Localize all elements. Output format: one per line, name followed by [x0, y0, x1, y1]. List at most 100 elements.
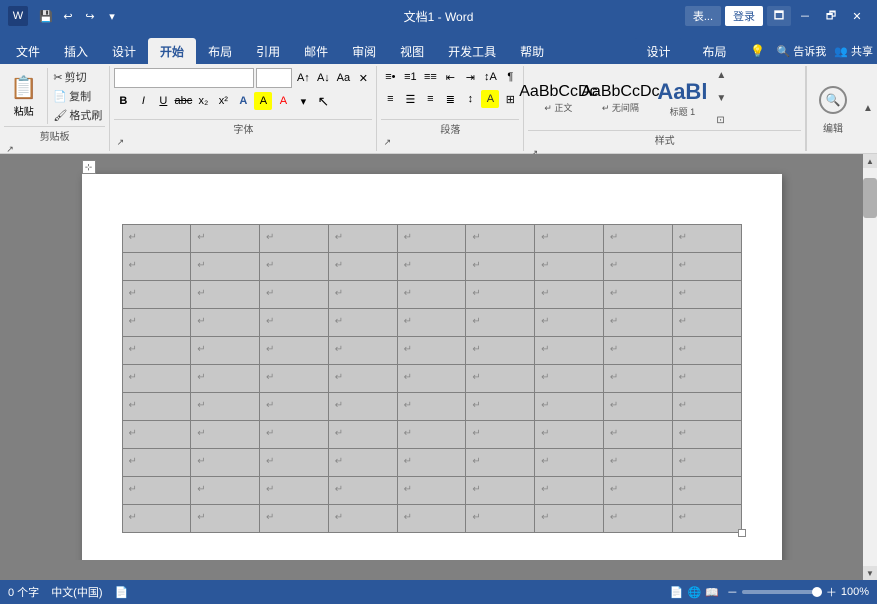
app-icon: W	[8, 6, 28, 26]
show-marks-btn[interactable]: ¶	[501, 68, 519, 86]
view-web-btn[interactable]: 🌐	[687, 586, 701, 599]
tell-me-btn[interactable]: 🔍 告诉我	[776, 43, 826, 59]
shading-btn[interactable]: A	[481, 90, 499, 108]
customize-quick-btn[interactable]: ▾	[102, 6, 122, 26]
change-case-btn[interactable]: Aa	[334, 69, 352, 87]
tab-insert[interactable]: 插入	[52, 38, 100, 64]
font-color-arrow[interactable]: ▾	[294, 92, 312, 110]
tab-references[interactable]: 引用	[244, 38, 292, 64]
tab-table-layout[interactable]: 布局	[690, 38, 738, 64]
bullets-btn[interactable]: ≡•	[381, 68, 399, 86]
font-size-input[interactable]	[256, 68, 292, 88]
team-btn[interactable]: 🗖	[767, 6, 791, 26]
shrink-font-btn[interactable]: A↓	[314, 69, 332, 87]
table-resize-handle[interactable]	[738, 529, 746, 537]
justify-btn[interactable]: ≣	[441, 90, 459, 108]
zoom-thumb[interactable]	[812, 587, 822, 597]
minimize-btn[interactable]: －	[793, 6, 817, 26]
table-row	[603, 365, 672, 393]
superscript-btn[interactable]: x²	[214, 92, 232, 110]
styles-scroll-down[interactable]: ▼	[716, 93, 726, 104]
tab-developer[interactable]: 开发工具	[436, 38, 508, 64]
format-painter-btn[interactable]: 🖌 格式刷	[50, 106, 105, 124]
table-row	[603, 253, 672, 281]
tab-home[interactable]: 开始	[148, 38, 196, 64]
font-name-input[interactable]	[114, 68, 254, 88]
styles-scroll-up[interactable]: ▲	[716, 70, 726, 81]
login-btn[interactable]: 登录	[725, 6, 763, 26]
style-heading1[interactable]: AaBl 标题 1	[652, 68, 712, 128]
underline-btn[interactable]: U	[154, 92, 172, 110]
table-row	[191, 393, 260, 421]
table-row	[260, 505, 329, 533]
share-btn[interactable]: 👥 共享	[834, 43, 873, 59]
tab-view[interactable]: 视图	[388, 38, 436, 64]
tab-help[interactable]: 帮助	[508, 38, 556, 64]
scroll-thumb[interactable]	[863, 178, 877, 218]
table-row	[191, 337, 260, 365]
redo-quick-btn[interactable]: ↪	[80, 6, 100, 26]
clear-format-btn[interactable]: ✕	[354, 69, 372, 87]
view-read-btn[interactable]: 📖	[705, 586, 719, 599]
table-row	[466, 505, 535, 533]
page: ⊹	[82, 174, 782, 560]
style-normal[interactable]: AaBbCcDc ↵ 正文	[528, 68, 588, 128]
copy-btn[interactable]: 📄 复制	[50, 87, 105, 105]
help-icon[interactable]: 💡	[746, 40, 768, 62]
table-row	[535, 309, 604, 337]
table-row	[191, 477, 260, 505]
numbering-btn[interactable]: ≡1	[401, 68, 419, 86]
styles-more[interactable]: ⊡	[716, 115, 726, 126]
tab-layout[interactable]: 布局	[196, 38, 244, 64]
tab-review[interactable]: 审阅	[340, 38, 388, 64]
line-spacing-btn[interactable]: ↕	[461, 90, 479, 108]
strikethrough-btn[interactable]: abc	[174, 92, 192, 110]
align-center-btn[interactable]: ☰	[401, 90, 419, 108]
increase-indent-btn[interactable]: ⇥	[461, 68, 479, 86]
grow-font-btn[interactable]: A↑	[294, 69, 312, 87]
tab-file[interactable]: 文件	[4, 38, 52, 64]
italic-btn[interactable]: I	[134, 92, 152, 110]
text-highlight-btn[interactable]: A	[254, 92, 272, 110]
align-right-btn[interactable]: ≡	[421, 90, 439, 108]
zoom-in-btn[interactable]: ＋	[826, 584, 837, 600]
tab-mailings[interactable]: 邮件	[292, 38, 340, 64]
font-expand[interactable]: ↗	[114, 136, 126, 148]
paragraph-expand[interactable]: ↗	[381, 136, 393, 148]
zoom-out-btn[interactable]: －	[727, 584, 738, 600]
table-row	[672, 505, 741, 533]
scroll-up-btn[interactable]: ▲	[863, 154, 877, 168]
text-effect-btn[interactable]: A	[234, 92, 252, 110]
style-no-space[interactable]: AaBbCcDc ↵ 无间隔	[590, 68, 650, 128]
align-left-btn[interactable]: ≡	[381, 90, 399, 108]
font-color-btn[interactable]: A	[274, 92, 292, 110]
decrease-indent-btn[interactable]: ⇤	[441, 68, 459, 86]
search-btn[interactable]: 🔍	[815, 82, 851, 118]
table-row	[672, 281, 741, 309]
table-row	[328, 225, 397, 253]
table-btn[interactable]: 表...	[685, 6, 721, 26]
paste-btn[interactable]: 📋 粘贴	[4, 68, 43, 124]
format-painter-icon: 🖌	[53, 109, 67, 122]
view-print-btn[interactable]: 📄	[670, 586, 684, 599]
undo-quick-btn[interactable]: ↩	[58, 6, 78, 26]
multilevel-btn[interactable]: ≡≡	[421, 68, 439, 86]
bold-btn[interactable]: B	[114, 92, 132, 110]
tab-design[interactable]: 设计	[100, 38, 148, 64]
cut-btn[interactable]: ✂ 剪切	[50, 68, 105, 86]
save-quick-btn[interactable]: 💾	[36, 6, 56, 26]
subscript-btn[interactable]: x₂	[194, 92, 212, 110]
table-row	[122, 309, 191, 337]
tab-table-design[interactable]: 设计	[634, 38, 682, 64]
sort-btn[interactable]: ↕A	[481, 68, 499, 86]
border-btn[interactable]: ⊞	[501, 90, 519, 108]
table-move-handle[interactable]: ⊹	[82, 160, 96, 174]
scroll-down-btn[interactable]: ▼	[863, 566, 877, 580]
close-btn[interactable]: ✕	[845, 6, 869, 26]
quick-access-toolbar: 💾 ↩ ↪ ▾	[36, 6, 122, 26]
ribbon-scroll-btn[interactable]: ▲	[861, 103, 875, 114]
zoom-slider[interactable]	[742, 590, 822, 594]
maximize-btn[interactable]: 🗗	[819, 6, 843, 26]
scroll-track[interactable]	[863, 168, 877, 566]
table-row	[122, 505, 191, 533]
